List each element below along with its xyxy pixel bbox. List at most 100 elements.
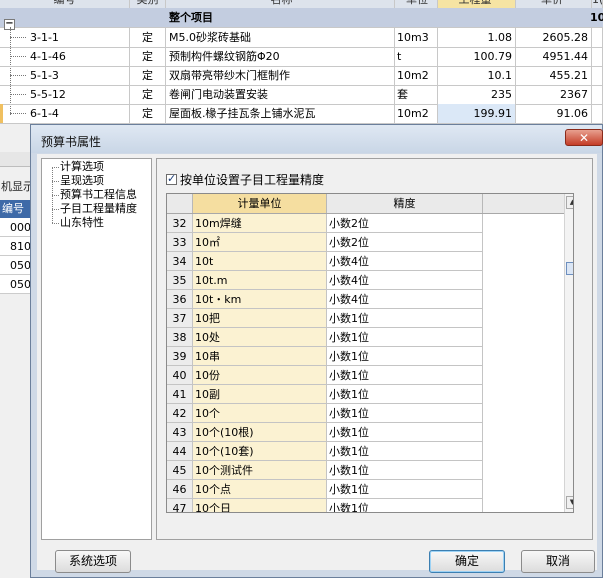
row-unit[interactable]: 10份 bbox=[193, 366, 327, 385]
row-price[interactable]: 2605.28 bbox=[516, 28, 592, 47]
row-name[interactable]: 双扇带亮带纱木门框制作 bbox=[166, 66, 395, 85]
table-row[interactable]: 5-1-3 定双扇带亮带纱木门框制作 10m2 10.1 455.21 bbox=[0, 66, 603, 86]
row-unit[interactable]: 10串 bbox=[193, 347, 327, 366]
close-icon[interactable]: ✕ bbox=[565, 129, 603, 146]
header-type[interactable]: 类别 bbox=[130, 0, 166, 8]
precision-row[interactable]: 35 10t.m 小数4位 bbox=[167, 271, 572, 290]
row-type[interactable]: 定 bbox=[130, 104, 166, 123]
row-unit[interactable]: 套 bbox=[395, 85, 438, 104]
tree-item-quantity-precision[interactable]: 子目工程量精度 bbox=[60, 202, 137, 216]
row-precision[interactable]: 小数2位 bbox=[327, 214, 483, 233]
tree-item-shandong[interactable]: 山东特性 bbox=[60, 216, 104, 230]
row-unit[interactable]: 10m3 bbox=[395, 28, 438, 47]
row-unit[interactable]: 10t・km bbox=[193, 290, 327, 309]
table-row[interactable]: 4-1-46 定预制构件螺纹钢筋Φ20 t 100.79 4951.44 bbox=[0, 47, 603, 67]
precision-row[interactable]: 43 10个(10根) 小数1位 bbox=[167, 423, 572, 442]
row-qty[interactable]: 100.79 bbox=[438, 47, 516, 66]
row-qty[interactable]: 199.91 bbox=[438, 104, 516, 123]
precision-row[interactable]: 39 10串 小数1位 bbox=[167, 347, 572, 366]
row-name[interactable]: 卷闸门电动装置安装 bbox=[166, 85, 395, 104]
row-unit[interactable]: t bbox=[395, 47, 438, 66]
precision-row[interactable]: 34 10t 小数4位 bbox=[167, 252, 572, 271]
row-code[interactable]: 6-1-4 bbox=[0, 104, 130, 123]
row-precision[interactable]: 小数1位 bbox=[327, 309, 483, 328]
row-code[interactable]: 5-5-12 bbox=[0, 85, 130, 104]
precision-row[interactable]: 44 10个(10套) 小数1位 bbox=[167, 442, 572, 461]
precision-row[interactable]: 41 10副 小数1位 bbox=[167, 385, 572, 404]
precision-row[interactable]: 40 10份 小数1位 bbox=[167, 366, 572, 385]
row-precision[interactable]: 小数1位 bbox=[327, 347, 483, 366]
row-unit[interactable]: 10副 bbox=[193, 385, 327, 404]
scroll-thumb[interactable] bbox=[566, 262, 573, 275]
row-unit[interactable]: 10个(10根) bbox=[193, 423, 327, 442]
header-price[interactable]: 单价 bbox=[516, 0, 592, 8]
row-type[interactable]: 定 bbox=[130, 66, 166, 85]
cancel-button[interactable]: 取消 bbox=[521, 550, 595, 573]
row-name[interactable]: 屋面板.椽子挂瓦条上铺水泥瓦 bbox=[166, 104, 395, 123]
scroll-up-icon[interactable]: ▲ bbox=[566, 196, 573, 209]
group-row[interactable]: − 整个项目 10 bbox=[0, 8, 603, 30]
row-precision[interactable]: 小数1位 bbox=[327, 385, 483, 404]
ok-button[interactable]: 确定 bbox=[429, 550, 505, 573]
row-unit[interactable]: 10处 bbox=[193, 328, 327, 347]
row-qty[interactable]: 235 bbox=[438, 85, 516, 104]
row-unit[interactable]: 10个点 bbox=[193, 480, 327, 499]
precision-row[interactable]: 33 10㎡ 小数2位 bbox=[167, 233, 572, 252]
precision-row[interactable]: 32 10m焊缝 小数2位 bbox=[167, 214, 572, 233]
precision-row[interactable]: 47 10个日 小数1位 bbox=[167, 499, 572, 512]
header-unit[interactable]: 计量单位 bbox=[193, 194, 327, 213]
row-price[interactable]: 2367 bbox=[516, 85, 592, 104]
row-qty[interactable]: 1.08 bbox=[438, 28, 516, 47]
precision-row[interactable]: 46 10个点 小数1位 bbox=[167, 480, 572, 499]
header-precision[interactable]: 精度 bbox=[327, 194, 483, 213]
row-price[interactable]: 91.06 bbox=[516, 104, 592, 123]
background-cell[interactable]: 050 bbox=[0, 275, 30, 294]
table-row[interactable]: 5-5-12 定卷闸门电动装置安装套 235 2367 bbox=[0, 85, 603, 105]
header-name[interactable]: 名称 bbox=[166, 0, 395, 8]
row-name[interactable]: 预制构件螺纹钢筋Φ20 bbox=[166, 47, 395, 66]
row-type[interactable]: 定 bbox=[130, 28, 166, 47]
row-code[interactable]: 5-1-3 bbox=[0, 66, 130, 85]
background-cell[interactable]: 000 bbox=[0, 218, 30, 237]
row-type[interactable]: 定 bbox=[130, 47, 166, 66]
row-unit[interactable]: 10㎡ bbox=[193, 233, 327, 252]
row-price[interactable]: 4951.44 bbox=[516, 47, 592, 66]
background-cell[interactable]: 810 bbox=[0, 237, 30, 256]
background-cell[interactable]: 050 bbox=[0, 256, 30, 275]
row-precision[interactable]: 小数1位 bbox=[327, 499, 483, 512]
row-unit[interactable]: 10t.m bbox=[193, 271, 327, 290]
row-unit[interactable]: 10m焊缝 bbox=[193, 214, 327, 233]
row-precision[interactable]: 小数1位 bbox=[327, 404, 483, 423]
header-unit[interactable]: 单位 bbox=[395, 0, 438, 8]
row-unit[interactable]: 10m2 bbox=[395, 66, 438, 85]
check-icon[interactable] bbox=[166, 172, 177, 185]
row-precision[interactable]: 小数4位 bbox=[327, 252, 483, 271]
tree-item-calc-options[interactable]: 计算选项 bbox=[60, 160, 104, 174]
row-name[interactable]: M5.0砂浆砖基础 bbox=[166, 28, 395, 47]
tree-item-project-info[interactable]: 预算书工程信息 bbox=[60, 188, 137, 202]
row-unit[interactable]: 10个 bbox=[193, 404, 327, 423]
precision-row[interactable]: 37 10把 小数1位 bbox=[167, 309, 572, 328]
row-precision[interactable]: 小数4位 bbox=[327, 271, 483, 290]
row-type[interactable]: 定 bbox=[130, 85, 166, 104]
row-precision[interactable]: 小数1位 bbox=[327, 366, 483, 385]
unit-precision-checkbox[interactable]: 按单位设置子目工程量精度 bbox=[166, 171, 324, 187]
precision-row[interactable]: 36 10t・km 小数4位 bbox=[167, 290, 572, 309]
scroll-down-icon[interactable]: ▼ bbox=[566, 496, 573, 509]
row-precision[interactable]: 小数1位 bbox=[327, 461, 483, 480]
row-precision[interactable]: 小数1位 bbox=[327, 442, 483, 461]
row-price[interactable]: 455.21 bbox=[516, 66, 592, 85]
table-row[interactable]: 3-1-1 定 M5.0砂浆砖基础 10m3 1.08 2605.28 bbox=[0, 28, 603, 48]
row-unit[interactable]: 10个(10套) bbox=[193, 442, 327, 461]
row-precision[interactable]: 小数1位 bbox=[327, 423, 483, 442]
precision-row[interactable]: 45 10个测试件 小数1位 bbox=[167, 461, 572, 480]
row-precision[interactable]: 小数1位 bbox=[327, 328, 483, 347]
row-unit[interactable]: 10个日 bbox=[193, 499, 327, 512]
row-unit[interactable]: 10个测试件 bbox=[193, 461, 327, 480]
header-code[interactable]: 编号 bbox=[0, 0, 130, 8]
precision-row[interactable]: 38 10处 小数1位 bbox=[167, 328, 572, 347]
precision-row[interactable]: 42 10个 小数1位 bbox=[167, 404, 572, 423]
row-code[interactable]: 4-1-46 bbox=[0, 47, 130, 66]
row-unit[interactable]: 10把 bbox=[193, 309, 327, 328]
dialog-titlebar[interactable]: 预算书属性 ✕ bbox=[31, 125, 603, 153]
